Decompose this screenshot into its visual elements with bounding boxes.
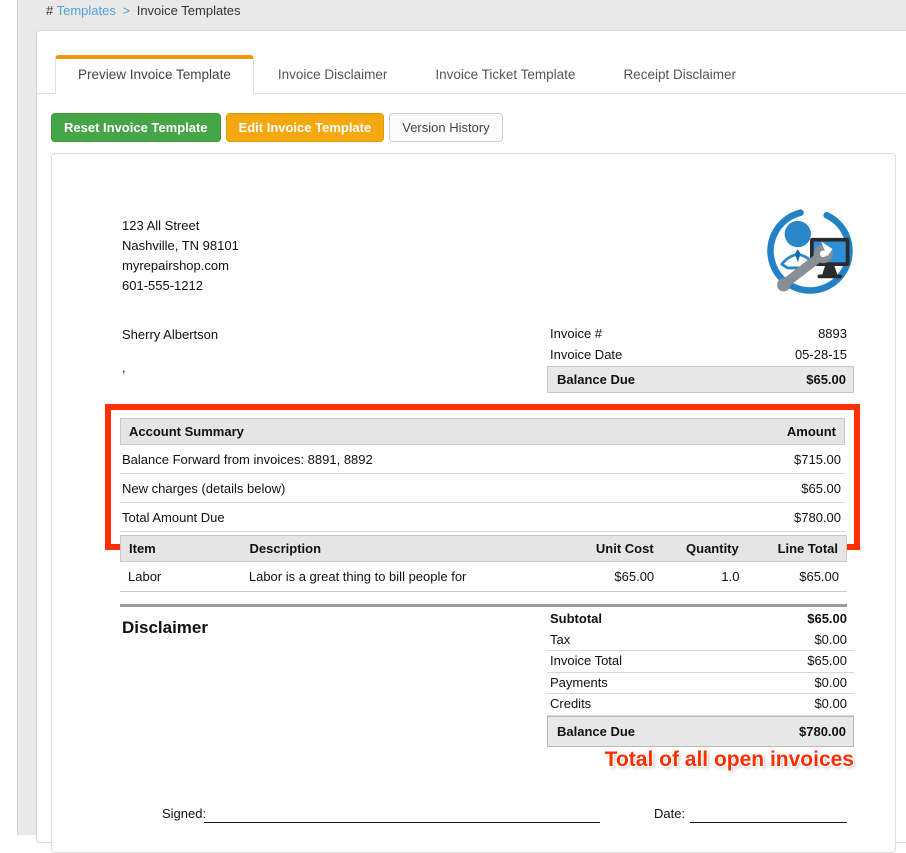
credits-row: Credits $0.00 [547, 694, 854, 716]
account-summary-row: New charges (details below) $65.00 [120, 474, 845, 503]
balance-due-row-top: Balance Due $65.00 [547, 366, 854, 393]
breadcrumb-link-templates[interactable]: Templates [57, 3, 116, 18]
invoice-total-row: Invoice Total $65.00 [547, 651, 854, 673]
total-label: Credits [550, 696, 591, 713]
item-name: Labor [128, 569, 249, 584]
tab-bar: Preview Invoice Template Invoice Disclai… [37, 55, 906, 94]
summary-row-label: New charges (details below) [122, 481, 285, 496]
account-summary-header: Account Summary Amount [120, 418, 845, 445]
balance-due-label: Balance Due [557, 371, 635, 388]
company-address-block: 123 All Street Nashville, TN 98101 myrep… [122, 216, 239, 296]
account-summary-row: Total Amount Due $780.00 [120, 503, 845, 532]
content-card: Preview Invoice Template Invoice Disclai… [36, 30, 906, 843]
item-description: Labor is a great thing to bill people fo… [249, 569, 548, 584]
invoice-number-row: Invoice # 8893 [547, 323, 854, 344]
col-item: Item [129, 541, 250, 556]
col-description: Description [250, 541, 548, 556]
open-invoices-annotation: Total of all open invoices [547, 748, 856, 772]
account-summary-amount-header: Amount [787, 424, 836, 439]
col-quantity: Quantity [654, 541, 739, 556]
col-unit-cost: Unit Cost [547, 541, 653, 556]
tab-invoice-ticket-template[interactable]: Invoice Ticket Template [411, 55, 599, 93]
account-summary-highlight-box: Account Summary Amount Balance Forward f… [105, 404, 860, 550]
summary-row-amount: $65.00 [801, 481, 841, 496]
balance-due-label: Balance Due [557, 723, 635, 740]
summary-row-label: Total Amount Due [122, 510, 225, 525]
totals-separator [120, 604, 847, 607]
balance-due-value: $780.00 [799, 723, 846, 740]
totals-table: Subtotal $65.00 Tax $0.00 Invoice Total … [547, 609, 854, 747]
balance-due-row-bottom: Balance Due $780.00 [547, 716, 854, 747]
account-summary-title: Account Summary [129, 424, 244, 439]
tax-row: Tax $0.00 [547, 630, 854, 652]
invoice-number-label: Invoice # [550, 325, 602, 342]
invoice-date-label: Invoice Date [550, 346, 622, 363]
total-label: Tax [550, 632, 570, 649]
item-line-total: $65.00 [739, 569, 839, 584]
tab-receipt-disclaimer[interactable]: Receipt Disclaimer [599, 55, 760, 93]
left-rail [0, 0, 18, 835]
company-phone: 601-555-1212 [122, 276, 239, 296]
date-label: Date: [654, 806, 685, 821]
toolbar: Reset Invoice Template Edit Invoice Temp… [51, 113, 906, 142]
tab-preview-invoice-template[interactable]: Preview Invoice Template [55, 55, 254, 94]
company-address-line1: 123 All Street [122, 216, 239, 236]
summary-row-amount: $715.00 [794, 452, 841, 467]
signed-line [204, 822, 600, 823]
subtotal-row: Subtotal $65.00 [547, 609, 854, 630]
customer-name: Sherry Albertson [122, 327, 218, 342]
invoice-meta-table: Invoice # 8893 Invoice Date 05-28-15 Bal… [547, 323, 854, 393]
breadcrumb-current: Invoice Templates [137, 3, 241, 18]
total-label: Invoice Total [550, 653, 622, 670]
invoice-date-value: 05-28-15 [795, 346, 847, 363]
total-label: Subtotal [550, 611, 602, 628]
line-items-header: Item Description Unit Cost Quantity Line… [120, 535, 847, 562]
company-address-line2: Nashville, TN 98101 [122, 236, 239, 256]
summary-row-label: Balance Forward from invoices: 8891, 889… [122, 452, 373, 467]
customer-city-line: , [122, 360, 126, 375]
version-history-button[interactable]: Version History [389, 113, 502, 142]
breadcrumb: # Templates > Invoice Templates [46, 3, 241, 18]
col-line-total: Line Total [739, 541, 838, 556]
payments-row: Payments $0.00 [547, 673, 854, 695]
line-items-table: Item Description Unit Cost Quantity Line… [120, 535, 847, 592]
summary-row-amount: $780.00 [794, 510, 841, 525]
disclaimer-title: Disclaimer [122, 618, 208, 638]
item-unit-cost: $65.00 [548, 569, 655, 584]
total-value: $0.00 [814, 696, 847, 713]
invoice-preview-panel: 123 All Street Nashville, TN 98101 myrep… [51, 153, 896, 853]
total-value: $65.00 [807, 653, 847, 670]
total-value: $65.00 [807, 611, 847, 628]
invoice-number-value: 8893 [818, 325, 847, 342]
tab-invoice-disclaimer[interactable]: Invoice Disclaimer [254, 55, 412, 93]
invoice-date-row: Invoice Date 05-28-15 [547, 344, 854, 365]
account-summary-row: Balance Forward from invoices: 8891, 889… [120, 445, 845, 474]
edit-invoice-template-button[interactable]: Edit Invoice Template [226, 113, 385, 142]
date-line [690, 822, 847, 823]
repair-shop-logo-icon [763, 204, 857, 301]
breadcrumb-separator: > [120, 3, 134, 18]
breadcrumb-hash: # [46, 3, 53, 18]
total-value: $0.00 [814, 675, 847, 692]
line-item-row: Labor Labor is a great thing to bill peo… [120, 562, 847, 592]
company-website: myrepairshop.com [122, 256, 239, 276]
item-quantity: 1.0 [654, 569, 739, 584]
balance-due-value: $65.00 [806, 371, 846, 388]
total-label: Payments [550, 675, 608, 692]
total-value: $0.00 [814, 632, 847, 649]
signed-label: Signed: [162, 806, 206, 821]
reset-invoice-template-button[interactable]: Reset Invoice Template [51, 113, 221, 142]
